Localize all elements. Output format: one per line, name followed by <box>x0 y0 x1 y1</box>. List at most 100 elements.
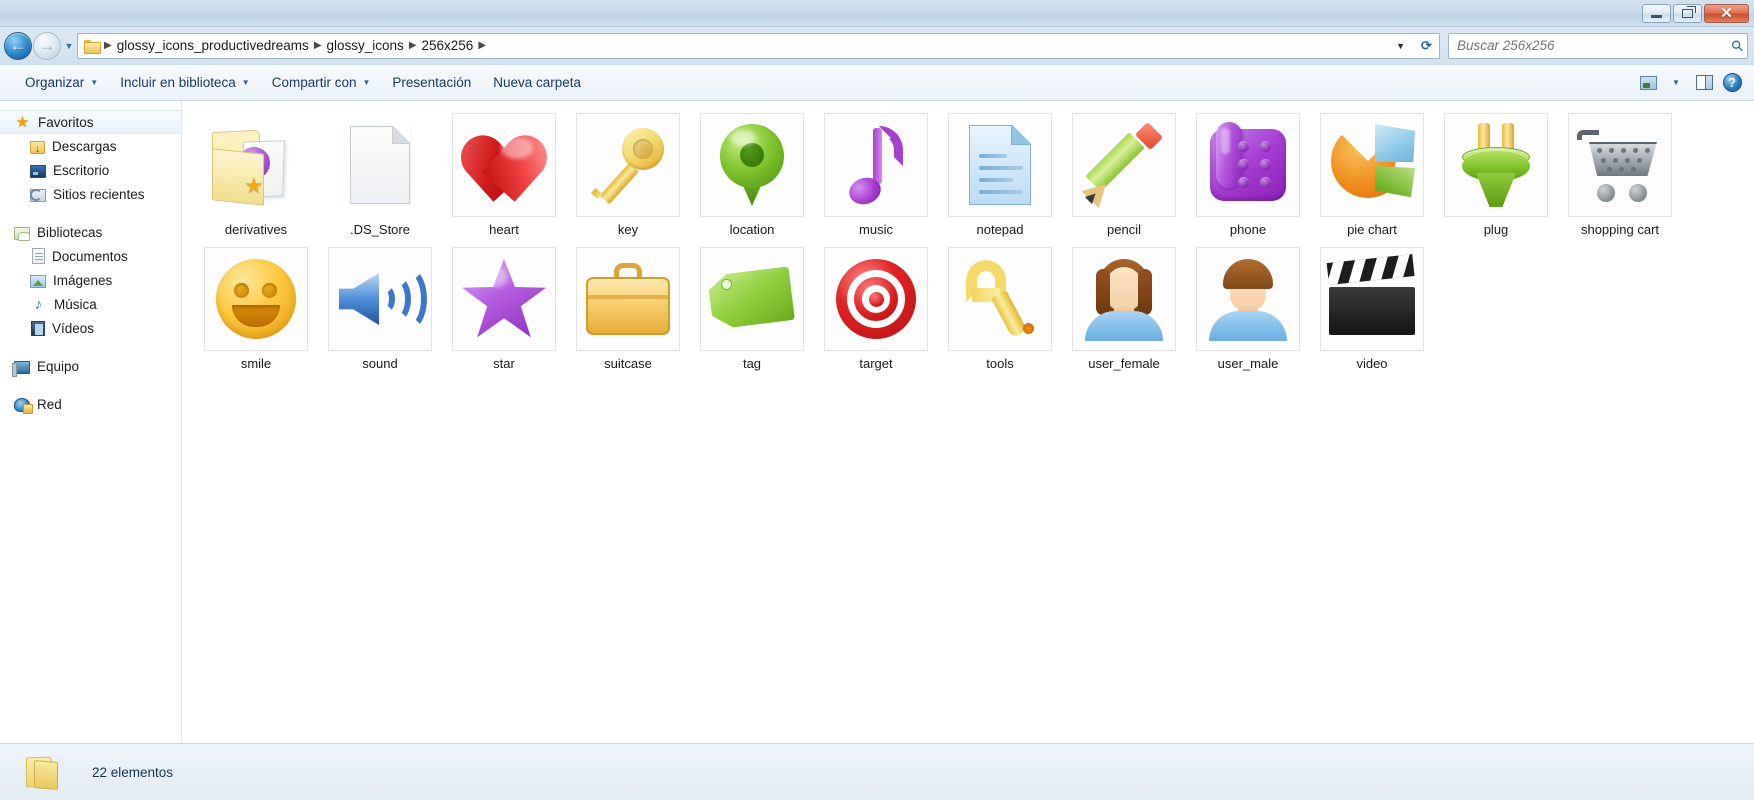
toolbar-item-incluir-en-biblioteca[interactable]: Incluir en biblioteca ▼ <box>109 71 261 94</box>
file-item[interactable]: tag <box>690 247 814 381</box>
file-name: heart <box>489 222 519 237</box>
user-female-icon <box>1084 257 1164 341</box>
file-name: derivatives <box>224 222 288 237</box>
maximize-button[interactable] <box>1673 3 1702 23</box>
network-icon <box>14 398 33 414</box>
file-thumbnail <box>1320 247 1424 351</box>
sidebar-group-red: Red <box>0 392 181 416</box>
explorer-window: ✕ ← → ▼ ▶ glossy_icons_productivedreams … <box>0 0 1754 800</box>
file-name: notepad <box>976 222 1024 237</box>
sidebar-item-documentos[interactable]: Documentos <box>0 244 181 268</box>
pie-chart-icon <box>1331 124 1415 206</box>
pencil-icon <box>1081 121 1166 209</box>
file-thumbnail <box>824 113 928 217</box>
clapperboard-icon <box>1326 254 1415 335</box>
recent-places-icon <box>30 188 46 202</box>
change-view-button[interactable] <box>1634 71 1662 95</box>
window-body: ★ Favoritos Descargas Escritorio Sitios … <box>0 101 1754 743</box>
key-icon <box>590 126 666 205</box>
search-box[interactable]: ⚲ <box>1448 32 1748 59</box>
file-name: phone <box>1229 222 1267 237</box>
breadcrumb-item-0[interactable]: glossy_icons_productivedreams <box>113 37 313 54</box>
sidebar-item-sitios-recientes[interactable]: Sitios recientes <box>0 182 181 206</box>
search-input[interactable] <box>1457 38 1732 53</box>
minimize-button[interactable] <box>1642 3 1671 23</box>
chevron-down-icon: ▼ <box>241 78 250 87</box>
view-dropdown-button[interactable]: ▼ <box>1662 71 1690 95</box>
file-item[interactable]: .DS_Store <box>318 113 442 247</box>
file-item[interactable]: plug <box>1434 113 1558 247</box>
sidebar-item-equipo[interactable]: Equipo <box>0 354 181 378</box>
sidebar-label: Bibliotecas <box>37 224 103 240</box>
breadcrumb-item-1[interactable]: glossy_icons <box>323 37 408 54</box>
file-item[interactable]: star <box>442 247 566 381</box>
folder-icon <box>24 755 64 790</box>
file-thumbnail <box>1072 247 1176 351</box>
file-item[interactable]: ★ derivatives <box>194 113 318 247</box>
sidebar-item-favoritos[interactable]: ★ Favoritos <box>0 110 181 134</box>
file-item[interactable]: sound <box>318 247 442 381</box>
breadcrumb-separator-icon: ▶ <box>478 40 487 51</box>
address-bar: ← → ▼ ▶ glossy_icons_productivedreams ▶ … <box>0 27 1754 65</box>
forward-button[interactable]: → <box>33 31 61 60</box>
file-thumbnail <box>1444 113 1548 217</box>
file-thumbnail <box>824 247 928 351</box>
file-item[interactable]: pie chart <box>1310 113 1434 247</box>
sidebar-item-red[interactable]: Red <box>0 392 181 416</box>
location-pin-icon <box>720 124 784 206</box>
file-item[interactable]: pencil <box>1062 113 1186 247</box>
sidebar-item-videos[interactable]: Vídeos <box>0 316 181 340</box>
file-item[interactable]: phone <box>1186 113 1310 247</box>
file-item[interactable]: target <box>814 247 938 381</box>
close-button[interactable]: ✕ <box>1704 3 1749 23</box>
chevron-down-icon: ▼ <box>1672 78 1680 87</box>
history-dropdown-button[interactable]: ▼ <box>61 32 77 60</box>
chevron-down-icon: ▼ <box>64 40 74 51</box>
breadcrumb-item-2[interactable]: 256x256 <box>418 37 478 54</box>
sidebar-label: Vídeos <box>52 320 95 336</box>
file-item[interactable]: location <box>690 113 814 247</box>
toolbar-item-nueva-carpeta[interactable]: Nueva carpeta <box>482 71 592 94</box>
file-thumbnail: ★ <box>204 113 308 217</box>
file-item[interactable]: key <box>566 113 690 247</box>
sidebar-item-escritorio[interactable]: Escritorio <box>0 158 181 182</box>
file-item[interactable]: notepad <box>938 113 1062 247</box>
toolbar-item-organizar[interactable]: Organizar ▼ <box>14 71 109 94</box>
sidebar-item-imagenes[interactable]: Imágenes <box>0 268 181 292</box>
breadcrumb[interactable]: ▶ glossy_icons_productivedreams ▶ glossy… <box>77 32 1415 59</box>
help-button[interactable]: ? <box>1718 71 1746 95</box>
file-list-pane[interactable]: ★ derivatives .DS_Store heart key locati… <box>182 101 1754 743</box>
file-thumbnail <box>1072 113 1176 217</box>
file-item[interactable]: music <box>814 113 938 247</box>
file-thumbnail <box>700 247 804 351</box>
downloads-folder-icon <box>30 140 45 155</box>
star-icon <box>462 259 546 338</box>
sidebar-item-bibliotecas[interactable]: Bibliotecas <box>0 220 181 244</box>
back-arrow-icon: ← <box>9 36 27 55</box>
file-item[interactable]: heart <box>442 113 566 247</box>
file-thumbnail <box>1196 113 1300 217</box>
sidebar-item-descargas[interactable]: Descargas <box>0 134 181 158</box>
status-bar: 22 elementos <box>0 743 1754 800</box>
toolbar-item-presentacion[interactable]: Presentación <box>381 71 482 94</box>
file-name: target <box>859 356 893 371</box>
file-item[interactable]: video <box>1310 247 1434 381</box>
file-name: .DS_Store <box>350 222 410 237</box>
toolbar-item-compartir-con[interactable]: Compartir con ▼ <box>261 71 382 94</box>
refresh-button[interactable]: ⟳ <box>1414 32 1440 59</box>
file-item[interactable]: user_female <box>1062 247 1186 381</box>
sound-icon <box>337 263 427 335</box>
sidebar-label: Equipo <box>37 358 80 374</box>
forward-arrow-icon: → <box>38 36 56 55</box>
file-grid: ★ derivatives .DS_Store heart key locati… <box>194 113 1754 381</box>
sidebar-item-musica[interactable]: ♪ Música <box>0 292 181 316</box>
file-item[interactable]: shopping cart <box>1558 113 1682 247</box>
file-item[interactable]: user_male <box>1186 247 1310 381</box>
file-name: video <box>1356 356 1388 371</box>
file-item[interactable]: smile <box>194 247 318 381</box>
address-dropdown-icon[interactable]: ▼ <box>1389 41 1412 51</box>
back-button[interactable]: ← <box>4 31 32 60</box>
preview-pane-button[interactable] <box>1690 71 1718 95</box>
file-item[interactable]: tools <box>938 247 1062 381</box>
file-item[interactable]: suitcase <box>566 247 690 381</box>
